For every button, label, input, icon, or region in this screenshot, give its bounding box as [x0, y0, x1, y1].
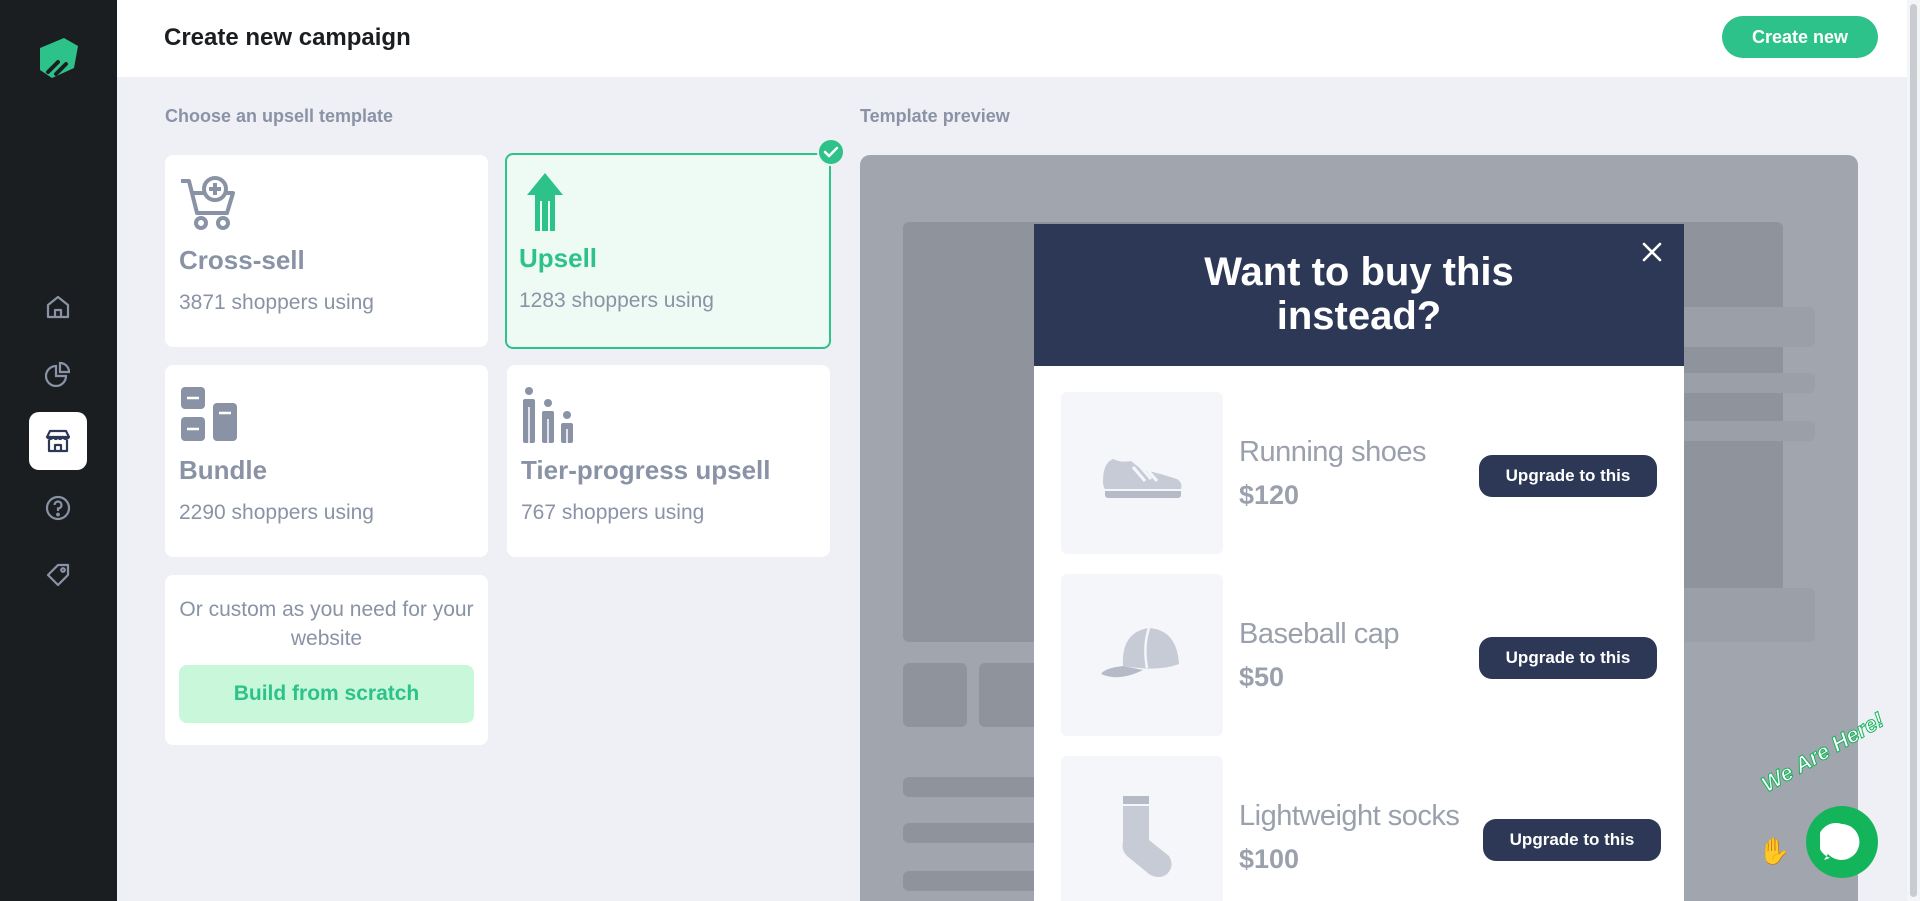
tier-people-icon: [523, 387, 573, 443]
product-name: Baseball cap: [1239, 618, 1400, 650]
sidebar-item-analytics[interactable]: [29, 345, 87, 403]
page-title: Create new campaign: [164, 24, 411, 51]
analytics-icon: [44, 361, 71, 388]
product-name: Running shoes: [1239, 436, 1426, 468]
card-usage: 2290 shoppers using: [179, 501, 374, 524]
cart-plus-icon: [181, 176, 235, 230]
shoe-icon: [1103, 459, 1182, 498]
arrow-up-icon: [527, 173, 563, 231]
template-card-cross-sell[interactable]: Cross-sell 3871 shoppers using: [165, 155, 488, 347]
scroll-thumb[interactable]: [1910, 4, 1917, 897]
sidebar-item-store[interactable]: [29, 412, 87, 470]
template-card-upsell[interactable]: Upsell 1283 shoppers using: [505, 153, 831, 349]
preview-section-label: Template preview: [860, 106, 1010, 126]
close-icon[interactable]: [1638, 238, 1666, 266]
modal-title: Want to buy this instead?: [1204, 250, 1514, 338]
preview-placeholder-line: [903, 823, 1053, 843]
product-name: Lightweight socks: [1239, 800, 1460, 832]
product-thumbnail: [1061, 756, 1223, 901]
sidebar-item-tags[interactable]: [29, 546, 87, 604]
waving-hand-icon: ✋: [1758, 836, 1791, 866]
preview-placeholder-thumb: [903, 663, 967, 727]
templates-section-label: Choose an upsell template: [165, 106, 394, 126]
sidebar-item-home[interactable]: [29, 278, 87, 336]
home-icon: [46, 295, 70, 319]
custom-template-card: Or custom as you need for your website B…: [165, 575, 488, 745]
card-usage: 767 shoppers using: [521, 501, 705, 524]
app-logo-icon[interactable]: [34, 34, 82, 82]
chat-bubble-icon: [1820, 822, 1860, 860]
baseball-cap-icon: [1101, 627, 1179, 678]
sock-icon: [1122, 796, 1172, 877]
selected-check-icon: [817, 138, 845, 166]
bundle-boxes-icon: [181, 387, 237, 441]
product-thumbnail: [1061, 574, 1223, 736]
card-usage: 3871 shoppers using: [179, 291, 374, 314]
template-card-bundle[interactable]: Bundle 2290 shoppers using: [165, 365, 488, 557]
page-scrollbar[interactable]: [1907, 0, 1920, 901]
modal-header: Want to buy this instead?: [1034, 224, 1684, 366]
preview-placeholder-line: [903, 777, 1053, 797]
preview-placeholder-line: [903, 871, 1053, 891]
create-new-button[interactable]: Create new: [1722, 16, 1878, 58]
card-title: Bundle: [179, 455, 268, 485]
custom-description: Or custom as you need for your website: [179, 598, 474, 650]
store-icon: [45, 429, 71, 453]
card-usage: 1283 shoppers using: [519, 289, 714, 312]
upsell-modal: Want to buy this instead? Running shoes …: [1034, 224, 1684, 901]
sidebar-item-help[interactable]: [29, 479, 87, 537]
upgrade-button[interactable]: Upgrade to this: [1479, 637, 1657, 679]
product-price: $100: [1239, 844, 1300, 874]
product-price: $120: [1239, 480, 1300, 510]
help-icon: [45, 495, 71, 521]
card-title: Tier-progress upsell: [521, 455, 771, 485]
build-from-scratch-button[interactable]: Build from scratch: [179, 665, 474, 723]
sidebar: [0, 0, 117, 901]
product-price: $50: [1239, 662, 1285, 692]
chat-widget-button[interactable]: [1806, 806, 1878, 878]
card-title: Cross-sell: [179, 245, 305, 275]
template-card-tier-progress[interactable]: Tier-progress upsell 767 shoppers using: [507, 365, 830, 557]
top-bar: Create new campaign Create new: [117, 0, 1907, 77]
upgrade-button[interactable]: Upgrade to this: [1483, 819, 1661, 861]
product-thumbnail: [1061, 392, 1223, 554]
upgrade-button[interactable]: Upgrade to this: [1479, 455, 1657, 497]
tag-icon: [46, 563, 70, 587]
card-title: Upsell: [519, 243, 598, 273]
